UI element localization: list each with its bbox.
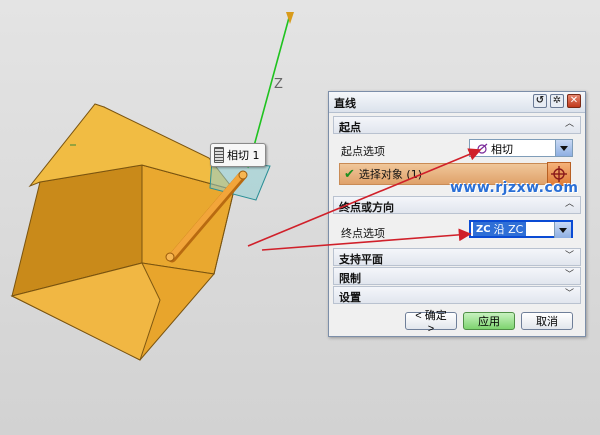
tangent-tooltip: 相切 1 (210, 143, 266, 167)
section-end-label: 终点或方向 (339, 201, 394, 214)
z-axis-label: Z (274, 77, 283, 92)
section-limits-label: 限制 (339, 272, 361, 285)
start-option-value: 相切 (474, 141, 513, 157)
close-icon[interactable]: ✕ (567, 94, 581, 108)
ok-button[interactable]: < 确定 > (405, 310, 457, 335)
tangent-icon (474, 143, 488, 155)
section-support-plane-header[interactable]: 支持平面 ﹀ (333, 248, 581, 266)
line-start-point (165, 252, 175, 262)
end-option-text: 沿 ZC (493, 223, 524, 236)
chevron-down-icon[interactable]: ﹀ (563, 288, 576, 301)
chevron-down-icon[interactable]: ﹀ (563, 250, 576, 263)
line-dialog[interactable]: 直线 ↺ ✲ ✕ 起点 ︿ 起点选项 相切 ✔ 选择对象 (1) 终点或方向 ︿… (328, 91, 586, 337)
reset-icon[interactable]: ↺ (533, 94, 547, 108)
section-end-header[interactable]: 终点或方向 ︿ (333, 196, 581, 214)
tooltip-label: 相切 1 (227, 149, 260, 162)
start-option-label: 起点选项 (341, 145, 385, 158)
section-start-header[interactable]: 起点 ︿ (333, 116, 581, 134)
dialog-title: 直线 (334, 97, 356, 110)
chevron-up-icon[interactable]: ︿ (563, 198, 576, 211)
check-icon: ✔ (344, 166, 355, 182)
section-limits-header[interactable]: 限制 ﹀ (333, 267, 581, 285)
end-option-value: ZC 沿 ZC (473, 222, 527, 236)
start-option-dropdown[interactable]: 相切 (469, 139, 573, 157)
chevron-down-icon[interactable] (555, 140, 572, 156)
chevron-down-icon[interactable]: ﹀ (563, 269, 576, 282)
zc-axis-icon: ZC (476, 223, 491, 235)
select-object-label: 选择对象 (1) (358, 168, 422, 181)
section-start-label: 起点 (339, 121, 361, 134)
chevron-down-icon[interactable] (554, 222, 571, 238)
end-option-label: 终点选项 (341, 227, 385, 240)
section-settings-header[interactable]: 设置 ﹀ (333, 286, 581, 304)
start-option-text: 相切 (491, 143, 513, 156)
section-settings-label: 设置 (339, 291, 361, 304)
apply-button[interactable]: 应用 (463, 312, 515, 330)
dialog-titlebar[interactable]: 直线 ↺ ✲ ✕ (329, 92, 585, 113)
section-support-plane-label: 支持平面 (339, 253, 383, 266)
chevron-up-icon[interactable]: ︿ (563, 118, 576, 131)
gear-icon[interactable]: ✲ (550, 94, 564, 108)
watermark: www.rjzxw.com (450, 180, 579, 196)
line-end-point (238, 170, 248, 180)
cancel-button[interactable]: 取消 (521, 312, 573, 330)
tangent-constraint-icon (214, 147, 224, 163)
end-option-dropdown[interactable]: ZC 沿 ZC (469, 220, 573, 238)
